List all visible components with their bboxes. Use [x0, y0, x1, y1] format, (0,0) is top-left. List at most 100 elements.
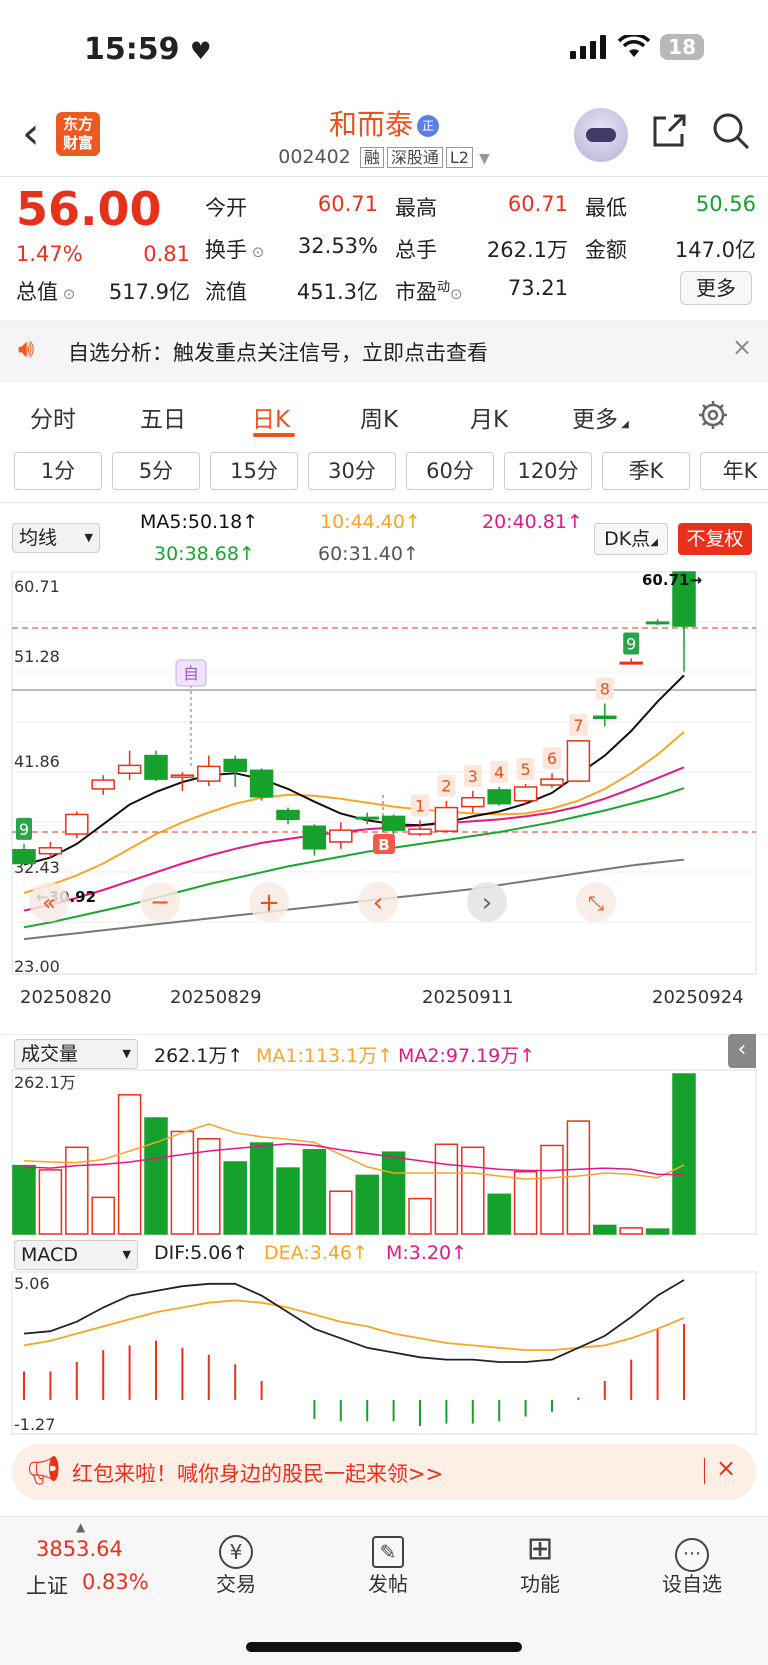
tab-intraday[interactable]: 分时 [30, 400, 76, 434]
btn-60min[interactable]: 60分 [406, 452, 494, 490]
ma-select[interactable]: 均线 ▼ [12, 523, 100, 553]
svg-text:›: › [482, 888, 492, 918]
search-icon[interactable] [712, 112, 750, 150]
svg-text:9: 9 [626, 634, 636, 653]
signal-icon [570, 35, 607, 59]
svg-text:4: 4 [494, 763, 504, 782]
btn-year-k[interactable]: 年K [700, 452, 768, 490]
y-label-2: 51.28 [14, 647, 60, 666]
close-icon[interactable]: × [716, 1454, 736, 1482]
candle [329, 822, 353, 849]
volume-label: 总手 [395, 238, 437, 262]
volume-ma1: MA1:113.1万↑ [256, 1045, 394, 1067]
trade-icon: ¥ [186, 1528, 286, 1569]
tab-5day[interactable]: 五日 [140, 400, 186, 434]
volume-bar [487, 1193, 511, 1235]
battery-indicator: 18 [660, 34, 704, 60]
chart-nav: « − + ‹ › ⤡ [29, 882, 616, 922]
candle [65, 811, 89, 838]
tab-more[interactable]: 更多 ◢ [572, 400, 629, 434]
open-value: 60.71 [317, 192, 378, 216]
function-icon: ⊞ [526, 1529, 554, 1567]
candle [91, 775, 115, 795]
svg-text:8: 8 [600, 680, 610, 699]
floatcap-value: 451.3亿 [296, 280, 378, 304]
volume-bar [65, 1146, 89, 1235]
candle [487, 786, 511, 806]
svg-text:+: + [258, 888, 280, 918]
candle [619, 658, 643, 665]
gear-icon[interactable] [698, 400, 728, 430]
assistant-avatar[interactable] [574, 108, 628, 162]
volume-total: 262.1万↑ [154, 1045, 244, 1067]
wifi-icon [618, 35, 651, 57]
volume-bar [249, 1142, 274, 1235]
tab-weekly-k[interactable]: 周K [360, 400, 398, 434]
candle [461, 790, 485, 813]
ma60-value: 60:31.40↑ [318, 543, 419, 565]
pe-label: 市盈动⊙ [395, 280, 463, 304]
low-label: 最低 [585, 196, 627, 220]
more-button[interactable]: 更多 [680, 271, 752, 305]
volume-ma2: MA2:97.19万↑ [398, 1045, 536, 1067]
nav-function[interactable]: ⊞ 功能 [490, 1528, 590, 1597]
tag-connect: 深股通 [386, 147, 443, 168]
btn-quarter-k[interactable]: 季K [602, 452, 690, 490]
count-tag: 2 [437, 774, 456, 797]
tab-daily-k[interactable]: 日K [252, 400, 290, 434]
share-icon[interactable] [652, 114, 688, 148]
nav-trade[interactable]: ¥ 交易 [186, 1528, 286, 1597]
svg-text:«: « [42, 891, 55, 916]
svg-text:1: 1 [415, 796, 425, 815]
volume-bar [645, 1228, 670, 1235]
post-icon: ✎ [338, 1528, 438, 1568]
index-pct[interactable]: 0.83% [82, 1570, 149, 1594]
svg-text:⤡: ⤡ [588, 891, 604, 915]
tab-monthly-k[interactable]: 月K [470, 400, 508, 434]
kline-chart[interactable]: 60.71 51.28 41.86 32.43 23.00 9123 4 56789… [0, 570, 768, 1010]
volume-bar [117, 1094, 142, 1235]
macd-chart[interactable]: 5.06 -1.27 [0, 1270, 768, 1436]
notice-text[interactable]: 自选分析：触发重点关注信号，立即点击查看 [68, 337, 488, 367]
btn-120min[interactable]: 120分 [504, 452, 592, 490]
index-name[interactable]: 上证 [26, 1570, 68, 1600]
nav-add-watchlist[interactable]: ⋯ 设自选 [642, 1528, 742, 1597]
candle [38, 841, 63, 859]
btn-15min[interactable]: 15分 [210, 452, 298, 490]
macd-y-min: -1.27 [14, 1415, 55, 1434]
add-watchlist-icon: ⋯ [642, 1528, 742, 1572]
volume-bar [513, 1170, 538, 1235]
divider [0, 1034, 768, 1035]
status-time: 15:59 ♥ [84, 32, 212, 67]
change-pct: 1.47% [16, 242, 83, 266]
y-label-max: 60.71 [14, 577, 60, 596]
volume-select[interactable]: 成交量 ▼ [14, 1039, 138, 1069]
btn-30min[interactable]: 30分 [308, 452, 396, 490]
dk-button[interactable]: DK点◢ [594, 523, 668, 555]
nav-post[interactable]: ✎ 发帖 [338, 1528, 438, 1597]
svg-text:5: 5 [521, 760, 531, 779]
volume-bar [91, 1196, 115, 1235]
btn-1min[interactable]: 1分 [14, 452, 102, 490]
count-tag: 6 [543, 747, 561, 770]
x-label-3: 20250911 [422, 987, 514, 1008]
index-value[interactable]: 3853.64 [36, 1537, 123, 1561]
banner-divider [704, 1458, 705, 1484]
x-label-4: 20250924 [652, 987, 744, 1008]
mktcap-value: 517.9亿 [108, 280, 190, 304]
volume-bar [461, 1146, 485, 1235]
promo-text[interactable]: 红包来啦！喊你身边的股民一起来领>> [72, 1458, 443, 1488]
collapse-panel-icon[interactable]: ‹ [728, 1034, 756, 1068]
y-label-3: 41.86 [14, 752, 60, 771]
volume-chart[interactable]: 262.1万 [0, 1068, 768, 1236]
macd-dea: DEA:3.46↑ [264, 1242, 368, 1264]
candle [197, 755, 221, 786]
candle [540, 773, 564, 788]
low-value: 50.56 [695, 192, 756, 216]
btn-5min[interactable]: 5分 [112, 452, 200, 490]
close-icon[interactable]: × [732, 333, 752, 361]
adjust-button[interactable]: 不复权 [678, 523, 752, 555]
candle [170, 772, 195, 791]
count-tag: 7 [569, 713, 588, 736]
macd-select[interactable]: MACD ▼ [14, 1240, 138, 1270]
